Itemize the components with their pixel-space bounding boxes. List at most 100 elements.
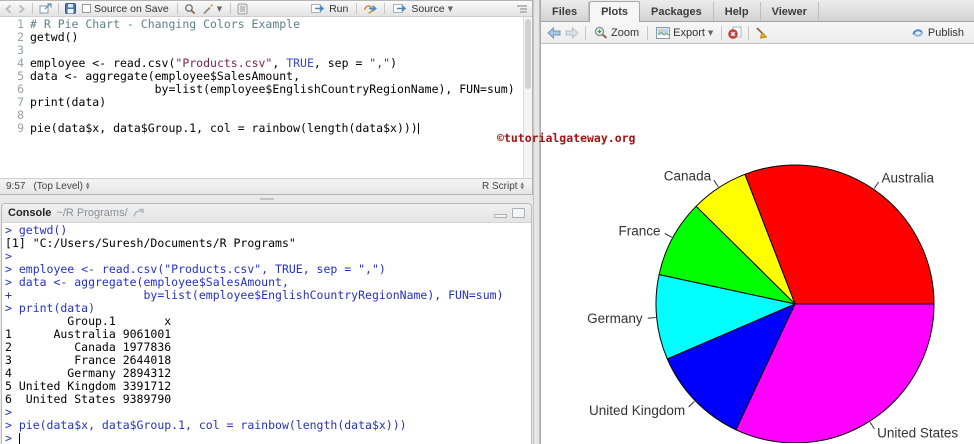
editor-toolbar: Source on Save ▼ Run Source ▼ bbox=[0, 1, 532, 17]
rerun-icon[interactable] bbox=[363, 3, 378, 14]
console-line: > pie(data$x, data$Group.1, col = rainbo… bbox=[5, 418, 407, 432]
console-header: Console ~/R Programs/ bbox=[2, 204, 531, 223]
clear-all-plots-broom-icon[interactable] bbox=[755, 26, 768, 39]
source-on-save-checkbox[interactable] bbox=[82, 4, 91, 13]
label-leader-line bbox=[664, 233, 673, 238]
previous-plot-icon[interactable] bbox=[547, 26, 561, 39]
pie-label-australia: Australia bbox=[882, 170, 935, 185]
editor-code-area[interactable]: 123456789 # R Pie Chart - Changing Color… bbox=[0, 17, 532, 178]
code-line: # R Pie Chart - Changing Colors Example bbox=[30, 17, 301, 31]
tab-viewer[interactable]: Viewer bbox=[761, 2, 819, 21]
pie-label-united-states: United States bbox=[877, 426, 958, 441]
go-to-directory-icon[interactable] bbox=[133, 208, 145, 218]
file-type-selector[interactable]: R Script ▲ ▼ bbox=[480, 181, 526, 192]
toolbar-separator bbox=[32, 3, 33, 14]
zoom-plus-icon bbox=[594, 26, 608, 39]
show-in-new-window-icon[interactable] bbox=[39, 3, 52, 14]
updown-icon: ▲ ▼ bbox=[520, 181, 524, 191]
code-lines: # R Pie Chart - Changing Colors Example g… bbox=[30, 18, 522, 135]
pie-label-germany: Germany bbox=[587, 311, 643, 326]
toolbar-separator bbox=[58, 3, 59, 14]
rstudio-window: Source on Save ▼ Run Source ▼ 1 2 3 4 5 … bbox=[0, 0, 974, 444]
plots-pane: Files Plots Packages Help Viewer Zoom Export… bbox=[540, 0, 974, 444]
console-cursor bbox=[18, 433, 20, 444]
maximize-icon[interactable] bbox=[512, 208, 525, 218]
gutter-line-number: 9 bbox=[17, 121, 24, 135]
code-line: print(data) bbox=[30, 95, 107, 109]
tab-files[interactable]: Files bbox=[541, 2, 590, 21]
compile-notebook-icon[interactable] bbox=[237, 3, 248, 15]
chevron-down-icon: ▼ bbox=[447, 4, 454, 13]
console-title: Console bbox=[8, 207, 52, 219]
watermark-text: ©tutorialgateway.org bbox=[497, 131, 636, 145]
console-line: [1] "C:/Users/Suresh/Documents/R Program… bbox=[5, 236, 296, 250]
code-line: pie(data$x, data$Group.1, col = rainbow(… bbox=[30, 121, 419, 135]
editor-gutter: 123456789 bbox=[0, 18, 24, 135]
toolbar-separator bbox=[721, 25, 723, 40]
forward-icon[interactable] bbox=[17, 4, 26, 14]
plots-toolbar: Zoom Export ▼ Publish bbox=[541, 22, 974, 44]
zoom-button[interactable]: Zoom bbox=[592, 26, 641, 39]
tab-plots[interactable]: Plots bbox=[589, 1, 640, 22]
console-output[interactable]: > getwd() [1] "C:/Users/Suresh/Documents/… bbox=[2, 223, 531, 444]
pie-label-united-kingdom: United Kingdom bbox=[589, 403, 685, 418]
publish-button[interactable]: Publish bbox=[909, 27, 966, 39]
save-icon[interactable] bbox=[65, 3, 76, 14]
label-leader-line bbox=[869, 421, 875, 430]
search-icon[interactable] bbox=[184, 3, 196, 15]
toolbar-separator bbox=[647, 25, 649, 40]
tab-help[interactable]: Help bbox=[714, 2, 761, 21]
source-on-save-toggle[interactable]: Source on Save bbox=[80, 3, 171, 15]
code-tools-menu[interactable]: ▼ bbox=[200, 3, 224, 15]
pane-tabbar: Files Plots Packages Help Viewer bbox=[541, 0, 974, 22]
source-editor-pane: Source on Save ▼ Run Source ▼ 1 2 3 4 5 … bbox=[0, 0, 533, 195]
label-leader-line bbox=[688, 401, 695, 408]
console-pane: Console ~/R Programs/ > getwd() [1] "C:/U… bbox=[1, 203, 532, 444]
console-line: 6 United States 9389790 bbox=[5, 392, 172, 406]
next-plot-icon[interactable] bbox=[565, 26, 579, 39]
plot-display-area: Australia Canada France Germany United Kingd… bbox=[541, 44, 974, 443]
horizontal-splitter[interactable] bbox=[0, 195, 533, 203]
label-leader-line bbox=[647, 317, 656, 319]
run-icon bbox=[311, 3, 326, 14]
pie-label-france: France bbox=[618, 224, 660, 239]
pie-label-canada: Canada bbox=[664, 169, 712, 184]
text-cursor bbox=[417, 123, 419, 134]
back-icon[interactable] bbox=[4, 4, 13, 14]
chevron-down-icon: ▼ bbox=[707, 28, 714, 37]
code-line: getwd() bbox=[30, 30, 79, 44]
label-leader-line bbox=[873, 181, 880, 189]
updown-icon: ▲ ▼ bbox=[85, 181, 90, 191]
label-leader-line bbox=[713, 179, 719, 188]
cursor-position: 9:57 bbox=[6, 181, 26, 192]
run-label: Run bbox=[329, 2, 349, 15]
editor-status-bar: 9:57 (Top Level) ▲ ▼ R Script ▲ ▼ bbox=[0, 178, 532, 194]
minimize-icon[interactable] bbox=[494, 213, 507, 218]
vertical-pane-divider[interactable] bbox=[533, 0, 540, 444]
console-working-directory: ~/R Programs/ bbox=[56, 207, 128, 219]
toolbar-separator bbox=[356, 3, 358, 14]
scope-selector[interactable]: (Top Level) ▲ ▼ bbox=[31, 181, 91, 192]
source-label: Source bbox=[411, 2, 445, 15]
run-button[interactable]: Run bbox=[309, 3, 350, 15]
publish-label: Publish bbox=[927, 26, 964, 39]
export-button[interactable]: Export ▼ bbox=[654, 26, 715, 39]
toolbar-separator bbox=[230, 3, 232, 14]
tab-packages[interactable]: Packages bbox=[640, 2, 714, 21]
console-line: > bbox=[5, 432, 531, 444]
export-label: Export bbox=[673, 26, 705, 39]
remove-plot-icon[interactable] bbox=[728, 26, 742, 39]
source-button[interactable]: Source ▼ bbox=[391, 3, 455, 15]
publish-icon bbox=[911, 27, 925, 39]
editor-scrollbar[interactable] bbox=[523, 17, 532, 178]
chevron-down-icon: ▼ bbox=[216, 4, 223, 13]
toolbar-separator bbox=[585, 25, 586, 40]
document-outline-icon[interactable] bbox=[516, 4, 528, 14]
pie-chart: Australia Canada France Germany United Kingd… bbox=[587, 164, 958, 443]
toolbar-separator bbox=[384, 3, 386, 14]
source-on-save-label: Source on Save bbox=[94, 2, 169, 15]
toolbar-separator bbox=[748, 25, 750, 40]
zoom-label: Zoom bbox=[611, 26, 640, 39]
left-column: Source on Save ▼ Run Source ▼ 1 2 3 4 5 … bbox=[0, 0, 533, 444]
export-image-icon bbox=[656, 26, 671, 39]
